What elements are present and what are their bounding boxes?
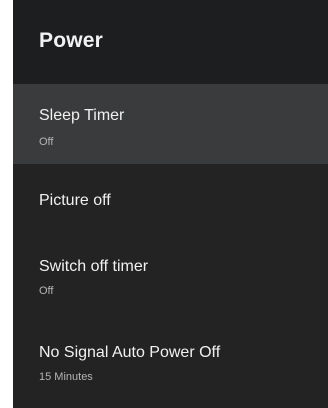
menu-item-switch-off-timer[interactable]: Switch off timer Off [13, 242, 328, 320]
no-signal-auto-power-off-value: 15 Minutes [39, 371, 93, 383]
menu-item-no-signal-auto-power-off[interactable]: No Signal Auto Power Off 15 Minutes [13, 324, 328, 404]
switch-off-timer-label: Switch off timer [39, 258, 149, 275]
sleep-timer-value: Off [39, 136, 54, 148]
panel-header: Power [13, 0, 328, 84]
menu-item-sleep-timer[interactable]: Sleep Timer Off [13, 84, 328, 164]
power-settings-panel: Power Sleep Timer Off Picture off Switch… [13, 0, 328, 408]
switch-off-timer-value: Off [39, 285, 54, 297]
menu-item-picture-off[interactable]: Picture off [13, 168, 328, 238]
no-signal-auto-power-off-label: No Signal Auto Power Off [39, 344, 221, 361]
sleep-timer-label: Sleep Timer [39, 107, 125, 124]
panel-title: Power [39, 29, 104, 52]
picture-off-label: Picture off [39, 192, 111, 209]
